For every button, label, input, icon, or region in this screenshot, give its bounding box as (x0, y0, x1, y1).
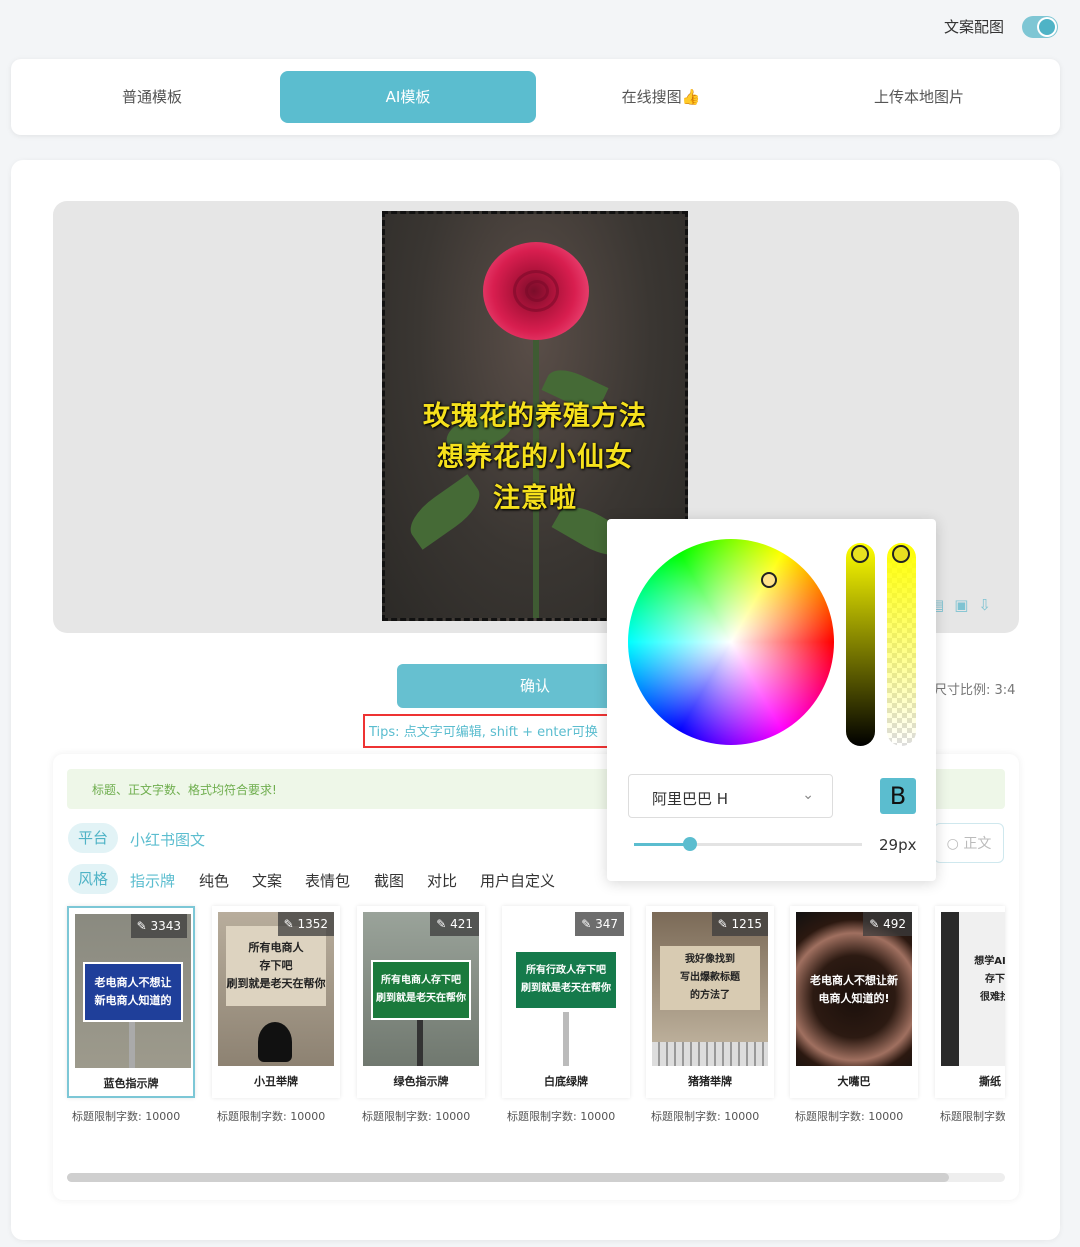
template-name: 白底绿牌 (544, 1075, 588, 1088)
style-option-screenshot[interactable]: 截图 (374, 870, 404, 891)
font-size-slider-fill (634, 843, 690, 846)
template-limit: 标题限制字数: 10000 (940, 1110, 1005, 1123)
usage-count: 1352 (297, 917, 328, 931)
usage-count-badge: ✎ 1215 (711, 912, 768, 936)
tab-online-search[interactable]: 在线搜图👍 (533, 71, 789, 123)
style-option-copy[interactable]: 文案 (252, 870, 282, 891)
sign-text: 所有行政人存下吧 刷到就是老天在帮你 (516, 952, 616, 1008)
template-card[interactable]: 想学AI工 存下 很难找 撕纸 (935, 906, 1005, 1098)
sign-text: 老电商人不想让 新电商人知道的 (83, 962, 183, 1022)
template-limit: 标题限制字数: 10000 (362, 1110, 471, 1123)
template-name: 猪猪举牌 (688, 1075, 732, 1088)
platform-label: 平台 (68, 823, 119, 853)
chevron-down-icon: ⌄ (802, 787, 814, 803)
template-tab-bar: 普通模板 AI模板 在线搜图👍 上传本地图片 (11, 59, 1060, 135)
overlay-text-line-2[interactable]: 想养花的小仙女 (385, 435, 685, 474)
tab-upload-local[interactable]: 上传本地图片 (789, 71, 1049, 123)
font-size-slider-knob[interactable] (683, 837, 697, 851)
usage-count: 492 (883, 917, 906, 931)
download-icon[interactable]: ⇩ (978, 596, 1001, 614)
usage-count: 1215 (731, 917, 762, 931)
sign-pole (417, 1012, 423, 1066)
rose-flower (483, 242, 589, 340)
template-card[interactable]: 所有电商人存下吧 刷到就是老天在帮你 ✎ 421 绿色指示牌 (357, 906, 485, 1098)
template-name: 撕纸 (979, 1075, 1001, 1088)
sign-text: 想学AI工 存下 很难找 (974, 956, 1005, 1003)
template-card[interactable]: 老电商人不想让新 电商人知道的! ✎ 492 大嘴巴 (790, 906, 918, 1098)
usage-count: 3343 (150, 919, 181, 933)
template-limit: 标题限制字数: 10000 (795, 1110, 904, 1123)
template-card[interactable]: 我好像找到 写出爆款标题 的方法了 ✎ 1215 猪猪举牌 (646, 906, 774, 1098)
opacity-slider[interactable] (887, 543, 916, 746)
image-icon[interactable]: ▣ (954, 596, 978, 614)
sign-pole (563, 1012, 569, 1066)
newspaper-strip (652, 1042, 768, 1066)
template-limit: 标题限制字数: 10000 (72, 1110, 181, 1123)
style-option-meme[interactable]: 表情包 (305, 870, 350, 891)
aspect-ratio-label: 尺寸比例: 3:4 (934, 683, 1016, 698)
body-mode-button[interactable]: ○ 正文 (934, 823, 1004, 863)
copy-image-toggle[interactable] (1022, 16, 1058, 38)
sign-text: 所有电商人存下吧 刷到就是老天在帮你 (371, 960, 471, 1020)
usage-count: 347 (595, 917, 618, 931)
usage-count-badge: ✎ 3343 (130, 914, 187, 938)
color-wheel[interactable] (628, 539, 834, 745)
color-wheel-cursor[interactable] (761, 572, 777, 588)
template-name: 小丑举牌 (254, 1075, 298, 1088)
bold-toggle-button[interactable]: B (880, 778, 916, 814)
usage-count-badge: ✎ 347 (575, 912, 624, 936)
style-option-sign[interactable]: 指示牌 (130, 870, 175, 891)
font-family-select[interactable]: 阿里巴巴 H ⌄ (628, 774, 833, 818)
template-card[interactable]: 老电商人不想让 新电商人知道的 ✎ 3343 蓝色指示牌 (67, 906, 195, 1098)
sign-text: 我好像找到 写出爆款标题 的方法了 (660, 946, 760, 1010)
template-limit: 标题限制字数: 10000 (651, 1110, 760, 1123)
tab-normal-template[interactable]: 普通模板 (22, 71, 282, 123)
usage-count-badge: ✎ 421 (430, 912, 479, 936)
style-option-solid[interactable]: 纯色 (199, 870, 229, 891)
horizontal-scrollbar-thumb[interactable] (67, 1173, 949, 1182)
validation-notice-text: 标题、正文字数、格式均符合要求! (92, 783, 277, 797)
sign-pole (129, 1014, 135, 1068)
toggle-knob (1037, 17, 1057, 37)
template-limit: 标题限制字数: 10000 (217, 1110, 326, 1123)
rose-petal (525, 280, 549, 302)
sign-text: 老电商人不想让新 电商人知道的! (810, 974, 898, 1005)
brightness-slider[interactable] (846, 543, 875, 746)
opacity-slider-knob[interactable] (892, 545, 910, 563)
copy-image-toggle-label: 文案配图 (943, 18, 1004, 36)
template-name: 蓝色指示牌 (103, 1077, 159, 1090)
tips-text: Tips: 点文字可编辑, shift + enter可换 (369, 725, 598, 740)
brightness-slider-knob[interactable] (851, 545, 869, 563)
template-limit: 标题限制字数: 10000 (507, 1110, 616, 1123)
style-label: 风格 (68, 864, 119, 894)
usage-count: 421 (450, 917, 473, 931)
template-card[interactable]: 所有行政人存下吧 刷到就是老天在帮你 ✎ 347 白底绿牌 (502, 906, 630, 1098)
overlay-text-line-3[interactable]: 注意啦 (385, 476, 685, 515)
body-mode-label: 正文 (963, 836, 992, 852)
template-name: 绿色指示牌 (393, 1075, 449, 1088)
usage-count-badge: ✎ 492 (863, 912, 912, 936)
template-thumbnail: 想学AI工 存下 很难找 (941, 912, 1005, 1066)
style-option-custom[interactable]: 用户自定义 (480, 870, 555, 891)
clown-figure (258, 1022, 292, 1062)
canvas-tool-icons: ▤▣⇩ (930, 596, 1001, 614)
tab-ai-template[interactable]: AI模板 (280, 71, 536, 123)
usage-count-badge: ✎ 1352 (277, 912, 334, 936)
font-size-value: 29px (879, 836, 917, 854)
sign-text: 所有电商人 存下吧 刷到就是老天在帮你 (226, 926, 326, 1006)
template-name: 大嘴巴 (837, 1075, 871, 1088)
overlay-text-line-1[interactable]: 玫瑰花的养殖方法 (385, 394, 685, 433)
style-option-compare[interactable]: 对比 (427, 870, 457, 891)
platform-option-xiaohongshu[interactable]: 小红书图文 (130, 829, 205, 850)
font-family-value: 阿里巴巴 H (652, 790, 729, 808)
template-card[interactable]: 所有电商人 存下吧 刷到就是老天在帮你 ✎ 1352 小丑举牌 (212, 906, 340, 1098)
